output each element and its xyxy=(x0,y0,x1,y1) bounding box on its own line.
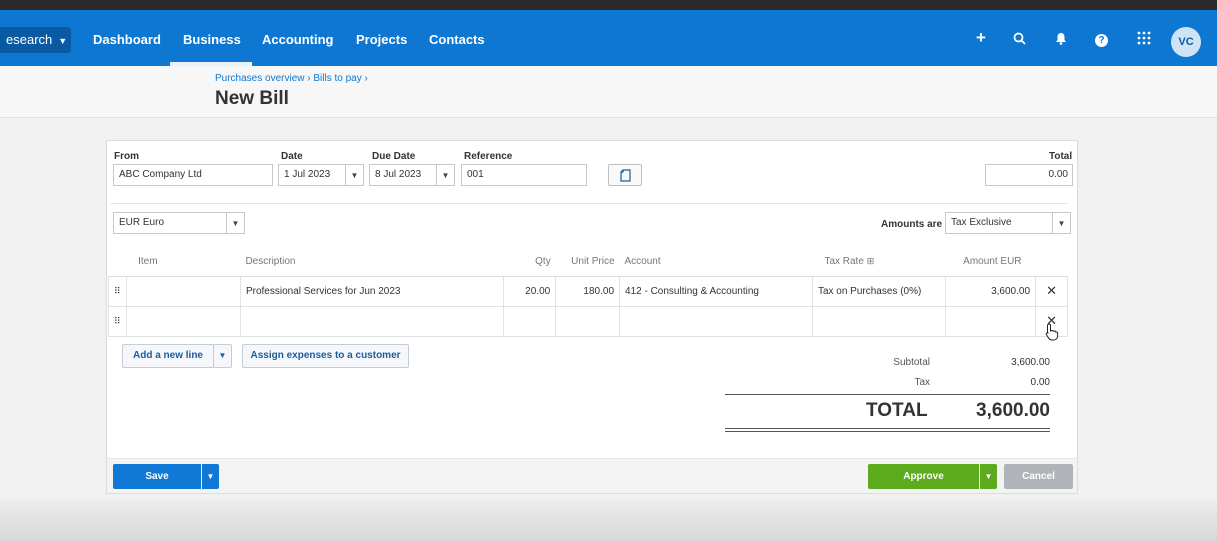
cell-qty[interactable]: 20.00 xyxy=(503,275,557,307)
cell-account[interactable] xyxy=(619,305,813,337)
organisation-menu-button[interactable]: esearch ▼ xyxy=(0,27,71,53)
date-picker-arrow[interactable]: ▼ xyxy=(346,164,364,186)
due-date-label: Due Date xyxy=(372,151,416,162)
apps-grid-icon[interactable] xyxy=(1135,30,1153,50)
grip-column-header xyxy=(108,248,127,277)
subtotal-value: 3,600.00 xyxy=(1011,357,1050,368)
cell-unit-price[interactable]: 180.00 xyxy=(555,275,621,307)
totals-double-line-bottom xyxy=(725,431,1050,432)
total-label-large: TOTAL xyxy=(866,400,928,421)
drag-handle-icon[interactable]: ⠿ xyxy=(108,305,127,337)
tax-value: 0.00 xyxy=(1030,377,1050,388)
due-date-picker-arrow[interactable]: ▼ xyxy=(437,164,455,186)
delete-line-icon[interactable]: ✕ xyxy=(1035,275,1068,307)
cell-description[interactable]: Professional Services for Jun 2023 xyxy=(239,275,505,307)
column-header-account: Account xyxy=(619,248,813,277)
total-label: Total xyxy=(1049,151,1073,162)
cell-qty[interactable] xyxy=(503,305,557,337)
save-button[interactable]: Save xyxy=(113,464,201,489)
expand-icon[interactable]: ⊞ xyxy=(867,256,875,266)
column-header-tax-rate: Tax Rate ⊞ xyxy=(812,248,946,277)
from-contact-field[interactable]: ABC Company Ltd xyxy=(113,164,273,186)
breadcrumb[interactable]: Purchases overview › Bills to pay › xyxy=(215,73,368,84)
reference-label: Reference xyxy=(464,151,513,162)
page-header xyxy=(0,66,1217,118)
bell-icon[interactable] xyxy=(1052,32,1070,49)
reference-field[interactable]: 001 xyxy=(461,164,587,186)
currency-select[interactable]: EUR Euro xyxy=(113,212,227,234)
amounts-are-label: Amounts are xyxy=(881,219,943,230)
delete-column-header xyxy=(1035,248,1068,277)
cell-amount[interactable] xyxy=(945,305,1037,337)
top-navbar: esearch ▼ Dashboard Business Accounting P… xyxy=(0,10,1217,66)
total-field[interactable]: 0.00 xyxy=(985,164,1073,186)
page-bottom-area xyxy=(0,500,1217,541)
plus-icon[interactable]: + xyxy=(972,28,990,48)
divider xyxy=(110,203,1068,204)
help-icon[interactable]: ? xyxy=(1095,34,1108,47)
cell-description[interactable] xyxy=(239,305,505,337)
add-line-dropdown-button[interactable]: ▼ xyxy=(213,344,232,368)
total-value-large: 3,600.00 xyxy=(976,400,1050,421)
drag-handle-icon[interactable]: ⠿ xyxy=(108,275,127,307)
amounts-are-dropdown-arrow[interactable]: ▼ xyxy=(1053,212,1071,234)
table-row[interactable]: ⠿ Professional Services for Jun 2023 20.… xyxy=(108,275,1068,307)
totals-divider xyxy=(725,394,1050,395)
cell-item[interactable] xyxy=(125,305,241,337)
add-new-line-button[interactable]: Add a new line xyxy=(122,344,214,368)
avatar[interactable]: VC xyxy=(1171,27,1201,57)
assign-expenses-button[interactable]: Assign expenses to a customer xyxy=(242,344,409,368)
cell-tax-rate[interactable] xyxy=(811,305,947,337)
nav-dashboard[interactable]: Dashboard xyxy=(93,32,161,47)
approve-button[interactable]: Approve xyxy=(868,464,979,489)
organisation-name: esearch xyxy=(6,32,53,47)
cancel-button[interactable]: Cancel xyxy=(1004,464,1073,489)
totals-double-line-top xyxy=(725,428,1050,429)
column-header-qty: Qty xyxy=(503,248,556,277)
cell-amount[interactable]: 3,600.00 xyxy=(945,275,1037,307)
cell-account[interactable]: 412 - Consulting & Accounting xyxy=(619,275,813,307)
currency-dropdown-arrow[interactable]: ▼ xyxy=(227,212,245,234)
due-date-field[interactable]: 8 Jul 2023 xyxy=(369,164,437,186)
copy-bill-button[interactable] xyxy=(608,164,642,186)
column-header-amount: Amount EUR xyxy=(945,248,1036,277)
amounts-are-select[interactable]: Tax Exclusive xyxy=(945,212,1053,234)
save-options-button[interactable]: ▼ xyxy=(202,464,219,489)
subtotal-label: Subtotal xyxy=(893,357,930,368)
date-field[interactable]: 1 Jul 2023 xyxy=(278,164,346,186)
cell-item[interactable] xyxy=(125,275,241,307)
nav-accounting[interactable]: Accounting xyxy=(262,32,334,47)
window-top-strip xyxy=(0,0,1217,10)
table-row[interactable]: ⠿ ✕ xyxy=(108,305,1068,337)
nav-contacts[interactable]: Contacts xyxy=(429,32,485,47)
column-header-item: Item xyxy=(126,248,241,277)
column-header-description: Description xyxy=(240,248,504,277)
tax-rate-header-text: Tax Rate xyxy=(824,256,864,268)
nav-projects[interactable]: Projects xyxy=(356,32,407,47)
search-icon[interactable] xyxy=(1010,32,1028,49)
hand-pointer-cursor-icon xyxy=(1045,323,1059,341)
page-title: New Bill xyxy=(215,88,289,109)
table-header-row: Item Description Qty Unit Price Account … xyxy=(108,248,1068,277)
from-label: From xyxy=(114,151,139,162)
approve-options-button[interactable]: ▼ xyxy=(980,464,997,489)
line-items-table: Item Description Qty Unit Price Account … xyxy=(108,248,1068,337)
cell-tax-rate[interactable]: Tax on Purchases (0%) xyxy=(811,275,947,307)
cell-unit-price[interactable] xyxy=(555,305,621,337)
document-icon xyxy=(620,169,631,182)
tax-label: Tax xyxy=(914,377,930,388)
nav-business[interactable]: Business xyxy=(183,32,241,47)
chevron-down-icon: ▼ xyxy=(58,36,68,46)
column-header-unit-price: Unit Price xyxy=(555,248,620,277)
date-label: Date xyxy=(281,151,303,162)
